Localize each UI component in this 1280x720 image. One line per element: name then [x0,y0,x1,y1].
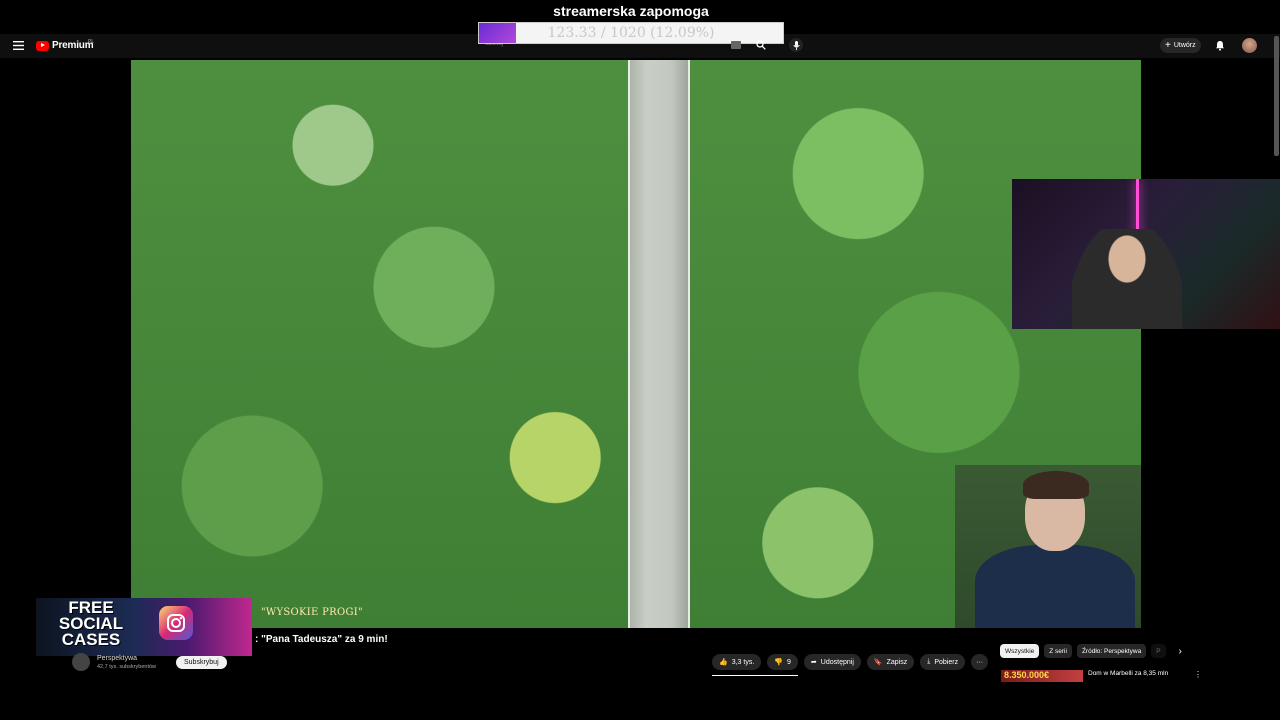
video-road [628,60,690,628]
video-title: : "Pana Tadeusza" za 9 min! [255,634,388,645]
channel-avatar[interactable] [72,653,90,671]
more-actions-button[interactable]: ··· [971,654,989,670]
kebab-menu-icon[interactable]: ⋮ [1194,670,1202,679]
recommendation-thumbnail[interactable]: 8.350.000€ [1001,670,1083,682]
chip-source[interactable]: Źródło: Perspektywa [1076,644,1147,658]
plus-icon: + [1165,39,1171,51]
chip-series[interactable]: Z serii [1044,644,1072,658]
free-social-cases-banner: FREE SOCIAL CASES [36,598,252,656]
streamer-webcam [1012,179,1280,329]
presenter-hair [1023,471,1089,499]
banner-text-line3: CASES [61,630,121,649]
chevron-right-icon[interactable]: › [1179,646,1182,657]
chip-all[interactable]: Wszystkie [1000,644,1040,658]
user-avatar[interactable] [1242,38,1257,53]
like-count: 3,3 tys. [731,658,755,666]
webcam-streamer [1072,229,1182,329]
share-button[interactable]: ➦ Udostępnij [803,654,861,670]
overlay-goal-title: streamerska zapomoga [553,3,709,19]
bell-icon[interactable] [1214,39,1226,51]
thumbs-up-icon: 👍 [719,659,728,666]
video-caption: "WYSOKIE PROGI" [261,607,363,618]
region-code: PL [88,39,95,45]
download-label: Pobierz [934,658,959,666]
video-presenter-cam [955,465,1141,628]
recommendation-thumb-text: 8.350.000€ [1004,670,1050,680]
menu-icon[interactable] [12,39,24,51]
recommendation-chips: Wszystkie Z serii Źródło: Perspektywa P … [1000,644,1182,658]
mic-icon[interactable] [789,38,803,52]
chip-more[interactable]: P [1151,644,1166,658]
youtube-logo[interactable]: Premium [36,40,94,51]
thumbs-down-icon: 👎 [774,659,784,666]
video-actions: 👍 3,3 tys. 👎 9 ➦ Udostępnij 🔖 Zapisz ⤓ P… [712,654,989,670]
bookmark-icon: 🔖 [873,659,883,666]
dislike-count: 9 [787,658,791,666]
donation-goal-text: 123.33 / 1020 (12.09%) [547,25,715,41]
download-button[interactable]: ⤓ Pobierz [920,654,966,670]
like-button[interactable]: 👍 3,3 tys. [712,654,762,670]
share-icon: ➦ [810,659,817,666]
recommendation-title[interactable]: Dom w Marbelli za 8,35 mln [1088,670,1168,677]
page-scrollbar[interactable] [1274,36,1279,156]
share-label: Udostępnij [820,658,854,666]
instagram-icon [159,606,193,640]
presenter-shirt [975,545,1135,628]
like-ratio-bar [712,675,798,676]
download-icon: ⤓ [927,658,931,665]
search-icon[interactable] [755,39,767,51]
save-button[interactable]: 🔖 Zapisz [866,654,915,670]
save-label: Zapisz [886,658,908,666]
youtube-play-icon [36,40,49,51]
banner-text: FREE SOCIAL CASES [46,599,136,649]
dislike-button[interactable]: 👎 9 [767,654,798,670]
channel-name[interactable]: Perspektywa [97,655,137,662]
channel-subscribers: 42,7 tys. subskrybentów [97,664,157,670]
keyboard-icon[interactable] [731,41,741,49]
create-button[interactable]: + Utwórz [1160,38,1201,53]
create-label: Utwórz [1173,42,1196,49]
subscribe-button[interactable]: Subskrybuj [176,656,227,669]
